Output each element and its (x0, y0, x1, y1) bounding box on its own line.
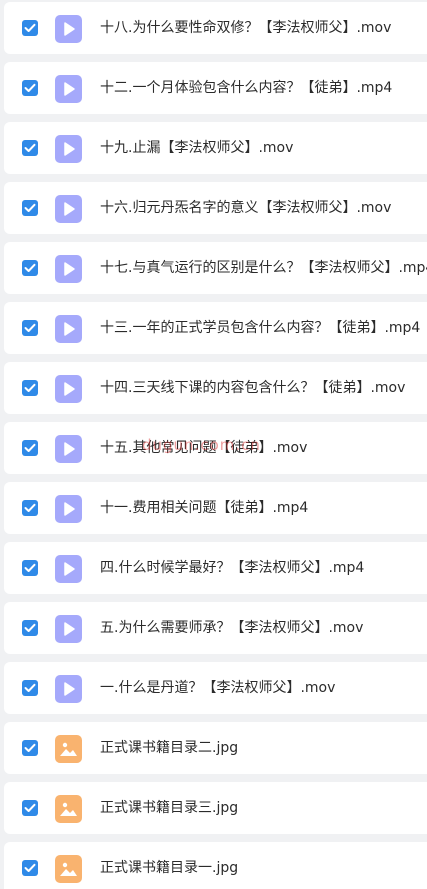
video-file-icon (55, 495, 82, 523)
image-file-icon (55, 795, 82, 823)
checkbox-checked[interactable] (22, 440, 38, 456)
checkbox-checked[interactable] (22, 740, 38, 756)
video-file-icon (55, 375, 82, 403)
video-file-icon (55, 135, 82, 163)
file-name[interactable]: 一.什么是丹道？【李法权师父】.mov (100, 678, 335, 698)
file-name[interactable]: 十九.止漏【李法权师父】.mov (100, 138, 293, 158)
video-file-icon (55, 675, 82, 703)
file-row[interactable]: 五.为什么需要师承？【李法权师父】.mov (4, 602, 427, 654)
file-row[interactable]: 十五.其他常见问题【徒弟】.mov (4, 422, 427, 474)
video-file-icon (55, 555, 82, 583)
video-file-icon (55, 255, 82, 283)
checkbox-checked[interactable] (22, 560, 38, 576)
file-row[interactable]: 十九.止漏【李法权师父】.mov (4, 122, 427, 174)
file-name[interactable]: 四.什么时候学最好？【李法权师父】.mp4 (100, 558, 364, 578)
checkbox-checked[interactable] (22, 200, 38, 216)
file-list: 十八.为什么要性命双修？【李法权师父】.mov 十二.一个月体验包含什么内容？【徒… (0, 0, 427, 889)
file-row[interactable]: 四.什么时候学最好？【李法权师父】.mp4 (4, 542, 427, 594)
video-file-icon (55, 195, 82, 223)
file-row[interactable]: 十七.与真气运行的区别是什么？【李法权师父】.mp4 (4, 242, 427, 294)
checkbox-checked[interactable] (22, 800, 38, 816)
checkbox-checked[interactable] (22, 500, 38, 516)
checkbox-checked[interactable] (22, 80, 38, 96)
file-row[interactable]: 十二.一个月体验包含什么内容？【徒弟】.mp4 (4, 62, 427, 114)
video-file-icon (55, 75, 82, 103)
video-file-icon (55, 315, 82, 343)
file-row[interactable]: 正式课书籍目录三.jpg (4, 782, 427, 834)
file-name[interactable]: 十八.为什么要性命双修？【李法权师父】.mov (100, 18, 391, 38)
file-name[interactable]: 正式课书籍目录二.jpg (100, 738, 238, 758)
checkbox-checked[interactable] (22, 260, 38, 276)
file-row[interactable]: 正式课书籍目录二.jpg (4, 722, 427, 774)
file-row[interactable]: 正式课书籍目录一.jpg (4, 842, 427, 889)
file-name[interactable]: 十五.其他常见问题【徒弟】.mov (100, 438, 307, 458)
file-name[interactable]: 十四.三天线下课的内容包含什么？【徒弟】.mov (100, 378, 405, 398)
image-file-icon (55, 735, 82, 763)
checkbox-checked[interactable] (22, 620, 38, 636)
file-row[interactable]: 十八.为什么要性命双修？【李法权师父】.mov (4, 2, 427, 54)
checkbox-checked[interactable] (22, 20, 38, 36)
file-name[interactable]: 十三.一年的正式学员包含什么内容？【徒弟】.mp4 (100, 318, 420, 338)
file-row[interactable]: 十一.费用相关问题【徒弟】.mp4 (4, 482, 427, 534)
video-file-icon (55, 435, 82, 463)
file-name[interactable]: 正式课书籍目录三.jpg (100, 798, 238, 818)
file-name[interactable]: 正式课书籍目录一.jpg (100, 858, 238, 878)
checkbox-checked[interactable] (22, 380, 38, 396)
file-name[interactable]: 十二.一个月体验包含什么内容？【徒弟】.mp4 (100, 78, 392, 98)
checkbox-checked[interactable] (22, 320, 38, 336)
file-row[interactable]: 十四.三天线下课的内容包含什么？【徒弟】.mov (4, 362, 427, 414)
checkbox-checked[interactable] (22, 860, 38, 876)
file-row[interactable]: 十六.归元丹炁名字的意义【李法权师父】.mov (4, 182, 427, 234)
file-name[interactable]: 五.为什么需要师承？【李法权师父】.mov (100, 618, 363, 638)
video-file-icon (55, 615, 82, 643)
checkbox-checked[interactable] (22, 680, 38, 696)
video-file-icon (55, 15, 82, 43)
image-file-icon (55, 855, 82, 883)
checkbox-checked[interactable] (22, 140, 38, 156)
file-row[interactable]: 十三.一年的正式学员包含什么内容？【徒弟】.mp4 (4, 302, 427, 354)
file-name[interactable]: 十六.归元丹炁名字的意义【李法权师父】.mov (100, 198, 391, 218)
file-row[interactable]: 一.什么是丹道？【李法权师父】.mov (4, 662, 427, 714)
file-name[interactable]: 十七.与真气运行的区别是什么？【李法权师父】.mp4 (100, 258, 427, 278)
file-name[interactable]: 十一.费用相关问题【徒弟】.mp4 (100, 498, 308, 518)
